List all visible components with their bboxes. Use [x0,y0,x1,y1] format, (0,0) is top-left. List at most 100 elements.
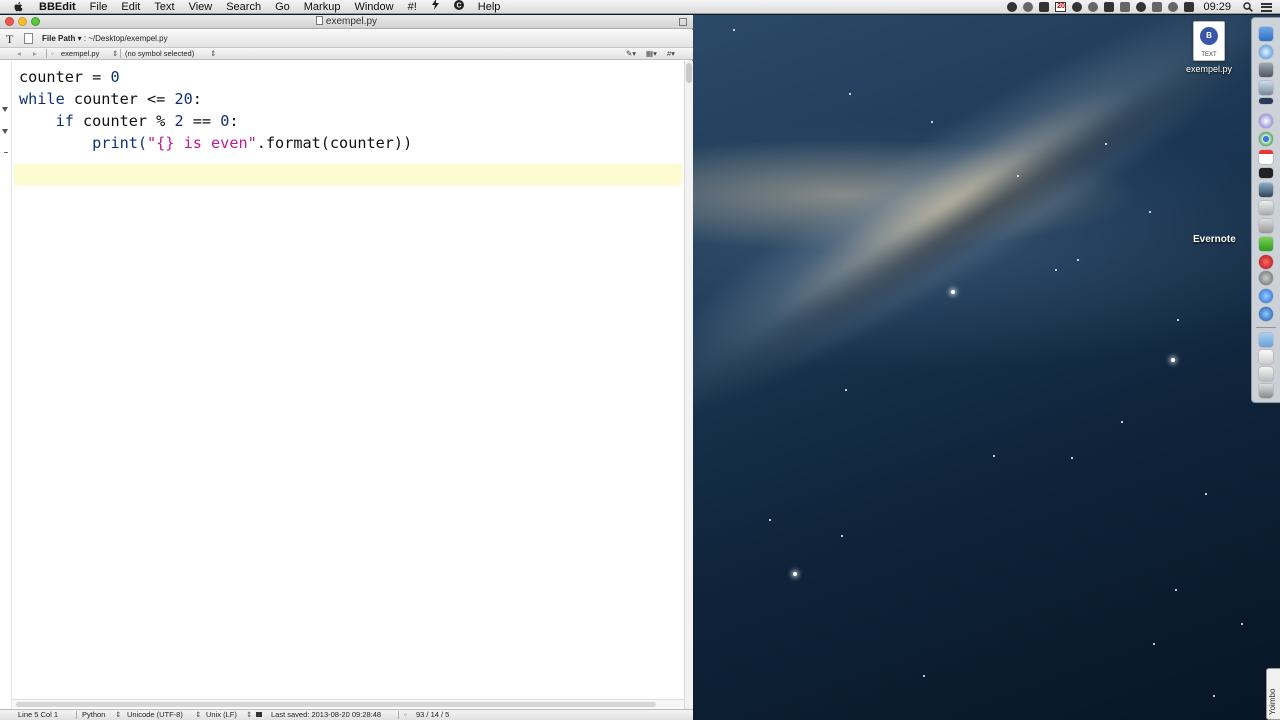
nav-file-name: exempel.py [61,49,100,58]
status-bar: Line 5 Col 1 Python ⇕ Unicode (UTF-8) ⇕ … [0,709,693,720]
dock-folder-icon[interactable] [1259,333,1273,347]
dock-finder-icon[interactable] [1259,27,1273,41]
status-calendar-icon[interactable]: 20 [1055,2,1067,12]
status-divider [76,711,77,719]
file-path-value: : ~/Desktop/exempel.py [83,34,168,43]
fold-triangle-icon[interactable] [2,129,8,134]
status-dropbox-icon[interactable] [1104,2,1115,12]
menu-edit[interactable]: Edit [114,0,147,14]
status-flux-icon[interactable] [1120,2,1131,12]
status-evernote-icon[interactable] [1023,2,1034,12]
vertical-scrollbar[interactable] [684,61,693,709]
menu-file[interactable]: File [83,0,115,14]
nav-pencil-icon[interactable]: ✎▾ [626,48,636,59]
horizontal-scrollbar[interactable] [12,699,684,708]
code-token: : [229,112,239,130]
dock-mail-icon[interactable] [1259,63,1273,77]
nav-back-icon[interactable]: ◂ [17,48,21,59]
menu-window[interactable]: Window [347,0,400,14]
file-path-bar: T File Path ▾ : ~/Desktop/exempel.py [0,30,693,48]
nav-doc-menu-icon[interactable]: ▦▾ [646,48,657,59]
nav-symbol-popup-arrows: ⇕ [210,49,217,58]
dock [1251,17,1280,403]
spotlight-search-icon[interactable] [1243,2,1253,12]
code-number: 20 [174,90,193,108]
dock-itunes-icon[interactable] [1259,114,1273,128]
window-title-bar[interactable]: exempel.py [0,15,693,29]
status-lock-icon[interactable] [256,710,265,720]
code-keyword: if [55,112,74,130]
status-time-machine-icon[interactable] [1136,2,1147,12]
status-line-endings-popup[interactable]: Unix (LF) [206,710,237,720]
menu-text[interactable]: Text [147,0,181,14]
document-proxy-icon[interactable] [315,16,323,25]
dock-trash-icon[interactable] [1259,384,1273,398]
nav-symbol-popup[interactable]: (no symbol selected) [125,48,194,59]
dock-app-store-icon[interactable] [1259,289,1273,303]
status-language-popup[interactable]: Python [82,710,105,720]
vertical-scroll-thumb[interactable] [686,63,692,83]
menu-help[interactable]: Help [471,0,508,14]
status-last-saved: Last saved: 2013-08-20 09:28:48 [271,710,382,719]
dock-preview-icon[interactable] [1259,81,1273,95]
nav-file-popup[interactable]: exempel.py [61,48,99,59]
nav-function-menu-icon[interactable]: #▾ [667,48,675,59]
code-editor[interactable]: counter = 0 while counter <= 20: if coun… [19,66,681,176]
dock-terminal-icon[interactable] [1259,168,1273,178]
star [769,519,771,521]
fullscreen-icon[interactable] [679,18,687,26]
text-options-icon[interactable]: T [6,32,13,47]
star [1205,493,1207,495]
menu-go[interactable]: Go [268,0,297,14]
dock-documents-icon[interactable] [1259,350,1273,364]
menu-search[interactable]: Search [219,0,268,14]
file-path-popup[interactable]: File Path ▾ : ~/Desktop/exempel.py [42,34,168,43]
dock-safari-icon[interactable] [1259,45,1273,59]
dock-system-prefs-icon[interactable] [1259,271,1273,285]
status-encoding-popup[interactable]: Unicode (UTF-8) [127,710,183,720]
menu-markup[interactable]: Markup [297,0,348,14]
dock-calendar-icon[interactable] [1259,150,1273,164]
status-position[interactable]: Line 5 Col 1 [18,710,58,720]
dock-downloads-icon[interactable] [1259,367,1273,381]
yoimbo-side-tab[interactable]: Yoimbo [1266,668,1280,720]
menu-clock[interactable]: 09:29 [1197,1,1239,13]
status-heart-icon[interactable] [1088,2,1099,12]
status-sync-icon[interactable] [1039,2,1050,12]
fold-end-icon [4,152,8,153]
dock-textedit-icon[interactable] [1259,201,1273,215]
menu-shebang[interactable]: #! [401,0,424,14]
document-icon[interactable] [24,33,33,44]
dock-evernote-icon[interactable] [1259,237,1273,251]
dock-chrome-icon[interactable] [1259,132,1273,146]
status-volume-icon[interactable] [1184,2,1195,12]
star [1071,457,1073,459]
menu-view[interactable]: View [182,0,220,14]
status-divider [398,711,399,719]
fold-triangle-icon[interactable] [2,107,8,112]
dock-dashboard-icon[interactable] [1259,98,1273,104]
notification-center-icon[interactable] [1261,2,1272,12]
star [1175,589,1177,591]
dock-bbedit-icon[interactable] [1259,219,1273,233]
code-line-2: while counter <= 20: [19,88,681,110]
status-bluetooth-icon[interactable] [1152,2,1163,12]
star [1149,211,1151,213]
apple-menu-icon[interactable] [12,1,24,13]
nav-divider [120,49,121,58]
status-skype-icon[interactable] [1007,2,1018,12]
star [1177,319,1179,321]
desktop-file-exempel[interactable]: B TEXT exempel.py [1179,21,1239,74]
dock-separator [1256,327,1276,328]
horizontal-scroll-thumb[interactable] [16,702,656,707]
nav-forward-icon[interactable]: ▸ [33,48,37,59]
dock-red-app-icon[interactable] [1259,255,1273,269]
menu-clippings-icon[interactable]: C [447,0,471,14]
dock-network-icon[interactable] [1259,307,1273,321]
menu-scripts-icon[interactable] [424,0,447,14]
code-token: == [183,112,221,130]
status-wifi-icon[interactable] [1168,2,1179,12]
dock-iphoto-icon[interactable] [1259,183,1273,197]
status-cloud-icon[interactable] [1072,2,1083,12]
menu-app-name[interactable]: BBEdit [33,0,83,14]
